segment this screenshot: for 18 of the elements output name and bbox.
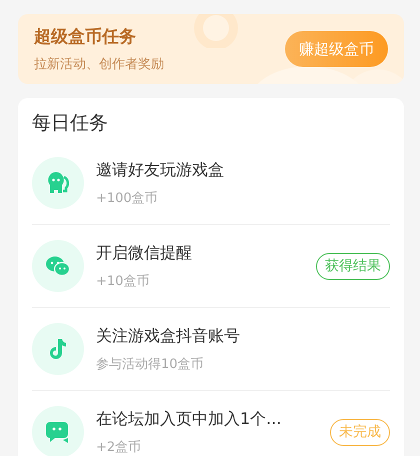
mascot-icon — [47, 171, 69, 195]
speech-bubble-icon — [46, 420, 70, 444]
status-button[interactable]: 获得结果 — [316, 252, 390, 280]
banner-title: 超级盒币任务 — [34, 26, 137, 48]
task-reward: 参与活动得10盒币 — [96, 356, 205, 372]
task-title: 关注游戏盒抖音账号 — [96, 326, 241, 346]
task-reward: +10盒币 — [96, 272, 150, 290]
task-reward: +2盒币 — [96, 438, 142, 456]
task-title: 邀请好友玩游戏盒 — [96, 160, 225, 180]
task-reward: +100盒币 — [96, 190, 159, 206]
status-button[interactable]: 未完成 — [330, 418, 390, 446]
earn-coins-button[interactable]: 赚超级盒币 — [285, 31, 388, 67]
banner-subtitle: 拉新活动、创作者奖励 — [34, 56, 164, 73]
chat-bubbles-icon — [46, 256, 70, 276]
music-note-icon — [49, 338, 67, 360]
task-title: 在论坛加入页中加入1个... — [96, 408, 282, 430]
task-title: 开启微信提醒 — [96, 242, 193, 264]
section-title: 每日任务 — [32, 111, 109, 136]
